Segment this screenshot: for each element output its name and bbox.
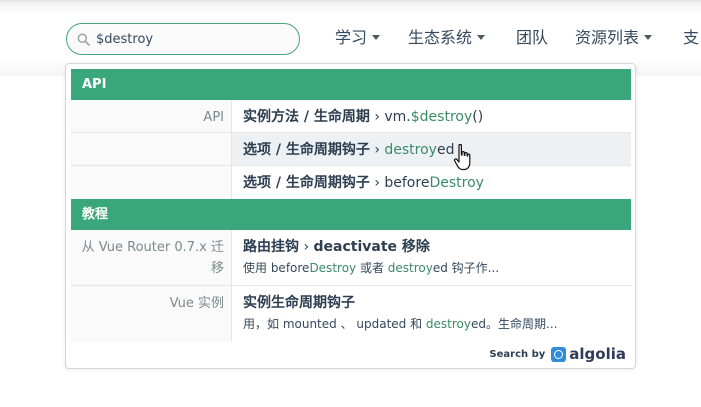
result-title: 路由挂钩 › deactivate 移除	[243, 239, 430, 255]
nav-item-team[interactable]: 团队	[516, 26, 548, 50]
caret-down-icon	[372, 35, 381, 40]
search-results-dropdown: API API 实例方法 / 生命周期 › vm.$destroy() 选项 /…	[65, 63, 636, 369]
result-snippet: 用，如 mounted 、 updated 和 destroyed。生命周期..…	[243, 317, 558, 331]
result-title: 实例方法 / 生命周期 › vm.$destroy()	[243, 109, 484, 125]
result-item[interactable]: 路由挂钩 › deactivate 移除 使用 beforeDestroy 或者…	[232, 230, 631, 285]
result-subcategory: Vue 实例	[71, 286, 232, 342]
result-snippet: 使用 beforeDestroy 或者 destroyed 钩子作...	[243, 261, 500, 275]
result-item[interactable]: 选项 / 生命周期钩子 › beforeDestroy	[232, 166, 631, 199]
caret-down-icon	[644, 35, 653, 40]
nav-label: 资源列表	[575, 28, 640, 47]
nav-label: 支	[683, 28, 700, 47]
algolia-footer[interactable]: Search by algolia	[489, 344, 626, 364]
result-subcategory: API	[71, 100, 232, 132]
nav-item-learn[interactable]: 学习	[335, 26, 381, 50]
result-subcategory: 从 Vue Router 0.7.x 迁移	[71, 230, 232, 285]
hand-cursor-icon	[453, 143, 471, 171]
result-row[interactable]: 选项 / 生命周期钩子 › destroyed	[71, 133, 631, 166]
result-item[interactable]: 实例生命周期钩子 用，如 mounted 、 updated 和 destroy…	[232, 286, 631, 342]
result-item[interactable]: 实例方法 / 生命周期 › vm.$destroy()	[232, 100, 631, 132]
nav-label: 学习	[335, 28, 368, 47]
result-title: 选项 / 生命周期钩子 › beforeDestroy	[243, 175, 484, 191]
caret-down-icon	[477, 35, 486, 40]
algolia-brand: algolia	[569, 345, 626, 363]
result-subcategory	[71, 133, 232, 165]
nav-label: 生态系统	[408, 28, 473, 47]
result-title: 选项 / 生命周期钩子 › destroyed	[243, 142, 455, 158]
result-subcategory	[71, 166, 232, 199]
result-row[interactable]: 从 Vue Router 0.7.x 迁移 路由挂钩 › deactivate …	[71, 230, 631, 286]
result-row[interactable]: Vue 实例 实例生命周期钩子 用，如 mounted 、 updated 和 …	[71, 286, 631, 342]
result-title: 实例生命周期钩子	[243, 295, 355, 311]
result-row[interactable]: 选项 / 生命周期钩子 › beforeDestroy	[71, 166, 631, 199]
search-by-label: Search by	[489, 348, 546, 360]
search-input[interactable]	[96, 28, 286, 50]
nav-item-resources[interactable]: 资源列表	[575, 26, 653, 50]
category-header-api: API	[71, 69, 631, 100]
nav-label: 团队	[516, 28, 549, 47]
nav-item-ecosystem[interactable]: 生态系统	[408, 26, 486, 50]
search-box[interactable]	[66, 23, 300, 55]
algolia-logo-icon	[551, 346, 567, 362]
search-icon	[77, 33, 90, 46]
result-item-hovered[interactable]: 选项 / 生命周期钩子 › destroyed	[232, 133, 631, 165]
category-header-tutorial: 教程	[71, 199, 631, 230]
result-row[interactable]: API 实例方法 / 生命周期 › vm.$destroy()	[71, 100, 631, 133]
nav-item-support[interactable]: 支	[683, 26, 699, 50]
